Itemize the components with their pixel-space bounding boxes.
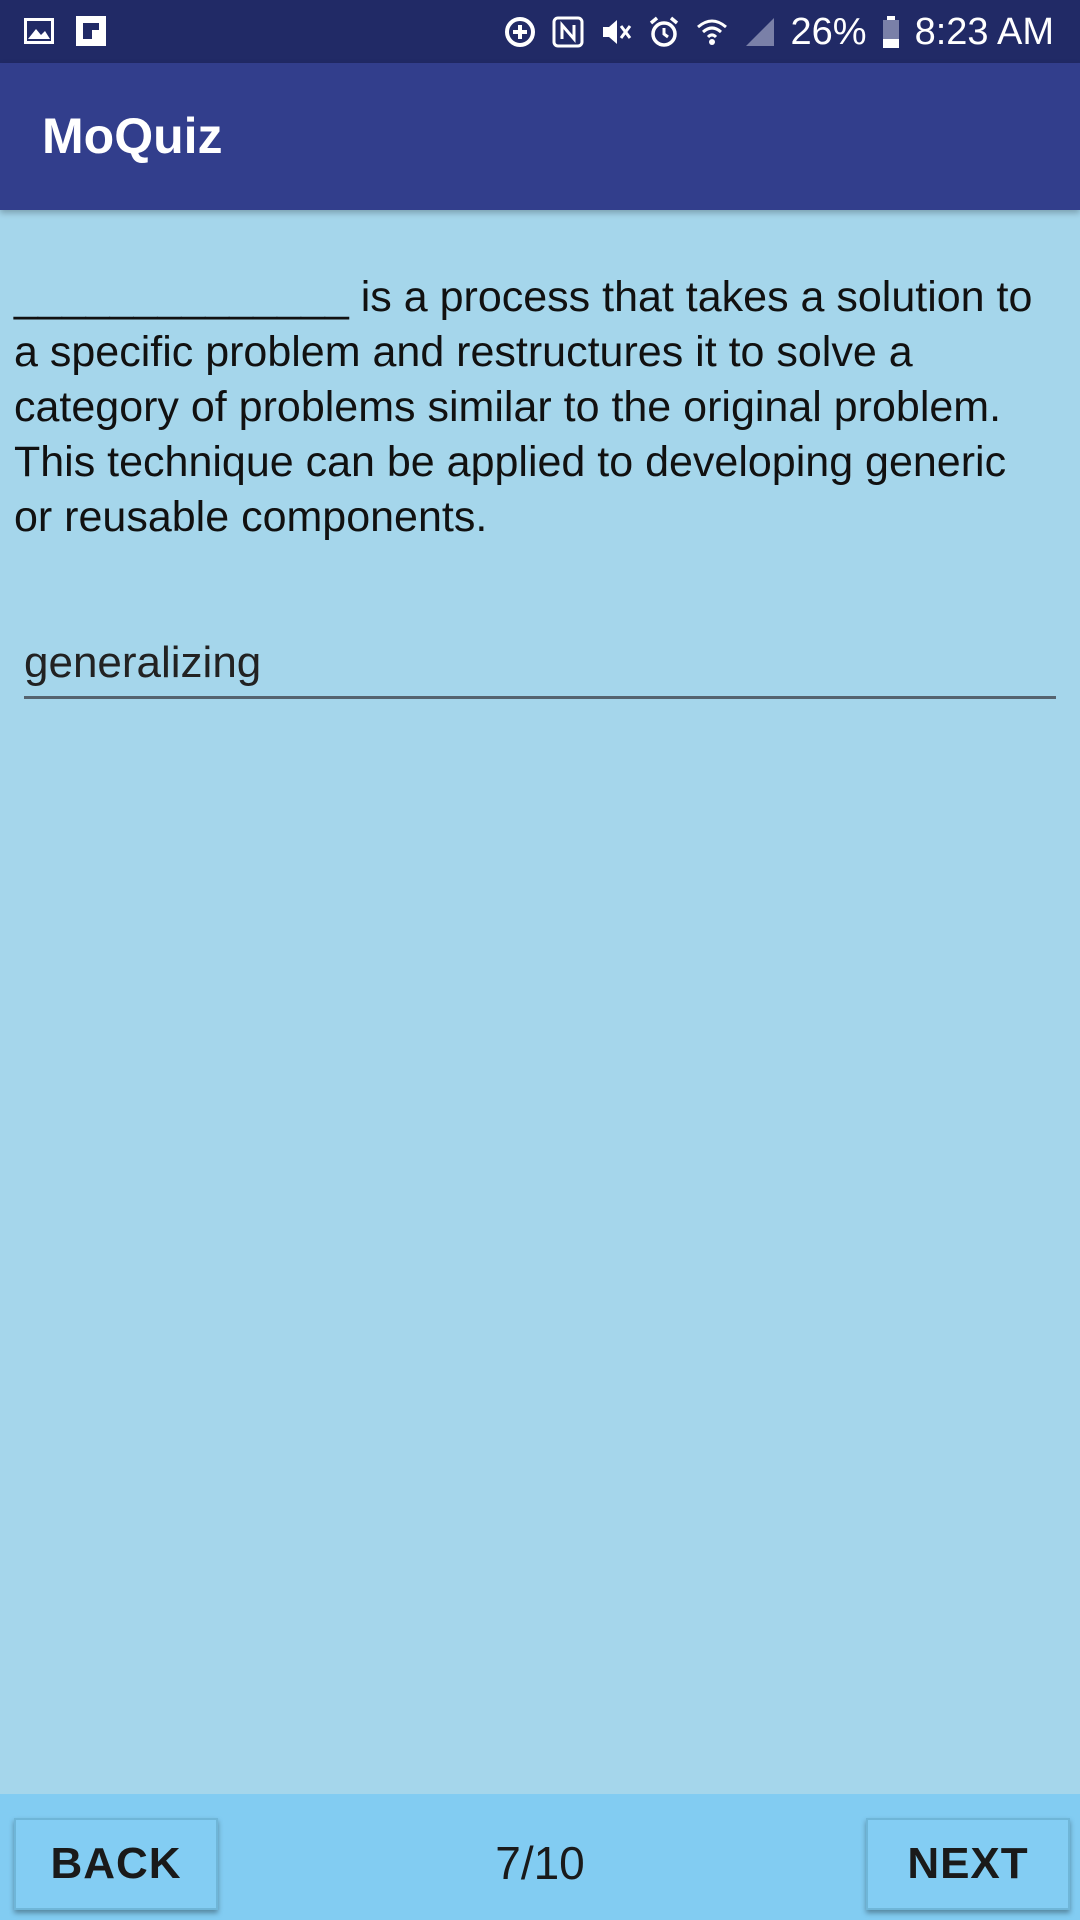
status-left-icons <box>22 14 108 48</box>
signal-icon <box>745 18 774 46</box>
bottom-nav-bar: BACK 7/10 NEXT <box>0 1794 1080 1920</box>
status-bar: 26% 8:23 AM <box>0 0 1080 63</box>
battery-percent: 26% <box>790 11 867 53</box>
status-right-icons: 26% 8:23 AM <box>503 10 1054 54</box>
data-saver-icon <box>504 17 535 47</box>
alarm-icon <box>649 16 678 47</box>
status-clock: 8:23 AM <box>914 11 1054 53</box>
battery-icon <box>882 16 899 48</box>
vibrate-mute-icon <box>602 20 631 44</box>
question-text: ______________ is a process that takes a… <box>14 273 1033 541</box>
nfc-icon <box>552 16 584 48</box>
answer-input[interactable] <box>24 630 1056 699</box>
app-title: MoQuiz <box>42 108 223 164</box>
app-bar: MoQuiz <box>0 63 1080 210</box>
flipboard-icon <box>76 16 106 46</box>
gallery-icon <box>24 18 54 44</box>
wifi-icon <box>696 19 727 45</box>
next-button[interactable]: NEXT <box>866 1818 1070 1910</box>
